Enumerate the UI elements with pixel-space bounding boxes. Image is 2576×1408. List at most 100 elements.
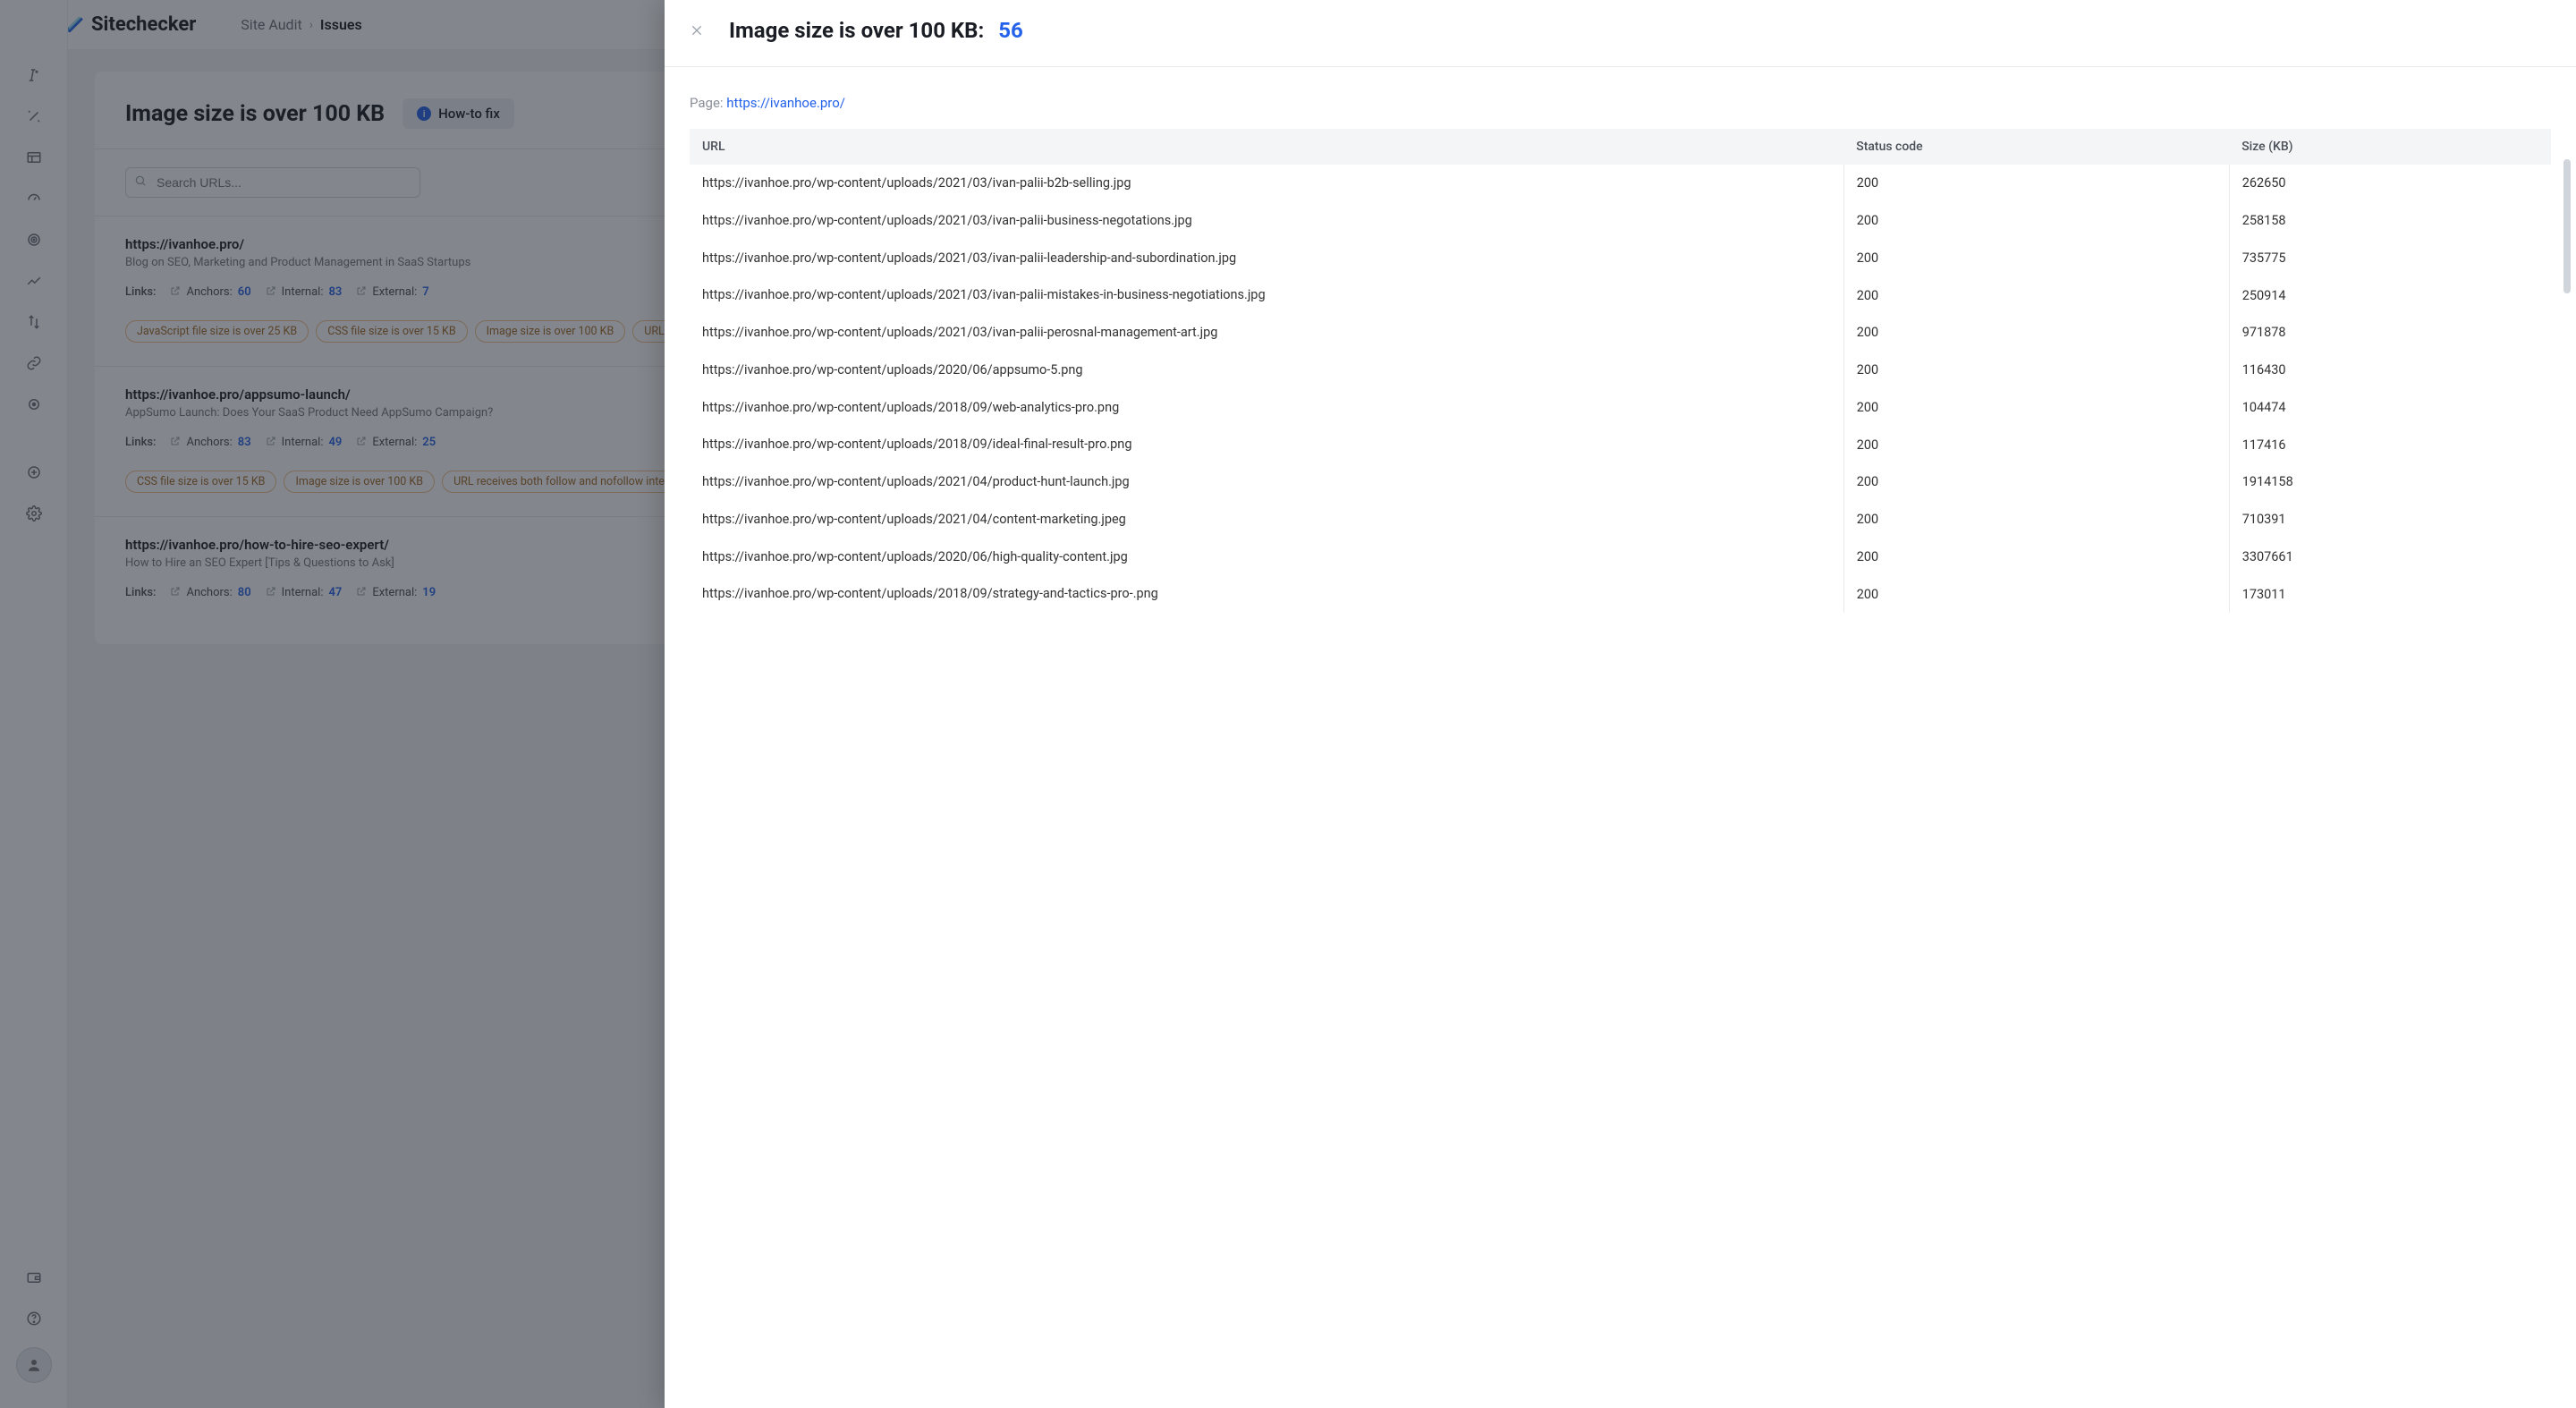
link-external[interactable]: External: 25: [356, 436, 436, 449]
cell-size: 250914: [2229, 276, 2551, 314]
link-internal[interactable]: Internal: 49: [266, 436, 343, 449]
cell-status: 200: [1843, 314, 2229, 352]
table-row: https://ivanhoe.pro/wp-content/uploads/2…: [690, 539, 2551, 576]
cell-size: 710391: [2229, 501, 2551, 539]
link-external[interactable]: External: 7: [356, 285, 428, 299]
table-row: https://ivanhoe.pro/wp-content/uploads/2…: [690, 575, 2551, 613]
cell-size: 116430: [2229, 352, 2551, 389]
sidebar-item-transfer[interactable]: [21, 310, 47, 335]
cell-url[interactable]: https://ivanhoe.pro/wp-content/uploads/2…: [690, 463, 1843, 501]
cell-url[interactable]: https://ivanhoe.pro/wp-content/uploads/2…: [690, 352, 1843, 389]
cell-url[interactable]: https://ivanhoe.pro/wp-content/uploads/2…: [690, 202, 1843, 240]
sidebar: [0, 0, 68, 1408]
th-status: Status code: [1843, 129, 2229, 165]
cell-status: 200: [1843, 352, 2229, 389]
howto-label: How-to fix: [438, 106, 500, 122]
avatar[interactable]: [16, 1347, 52, 1383]
chip[interactable]: CSS file size is over 15 KB: [125, 471, 276, 493]
sidebar-item-crosshair[interactable]: [21, 392, 47, 417]
close-button[interactable]: [690, 22, 706, 38]
external-link-icon: [356, 586, 367, 599]
cell-url[interactable]: https://ivanhoe.pro/wp-content/uploads/2…: [690, 165, 1843, 202]
cell-status: 200: [1843, 426, 2229, 463]
info-icon: i: [417, 106, 431, 121]
link-anchors[interactable]: Anchors: 80: [170, 586, 250, 599]
cell-size: 971878: [2229, 314, 2551, 352]
sidebar-item-help[interactable]: [21, 1306, 47, 1331]
sidebar-item-link[interactable]: [21, 351, 47, 376]
page-url-link[interactable]: https://ivanhoe.pro/: [726, 95, 845, 111]
table-row: https://ivanhoe.pro/wp-content/uploads/2…: [690, 202, 2551, 240]
chip[interactable]: URL receives both follow and nofollow in…: [442, 471, 700, 493]
table-row: https://ivanhoe.pro/wp-content/uploads/2…: [690, 240, 2551, 277]
external-link-icon: [170, 285, 181, 299]
cell-url[interactable]: https://ivanhoe.pro/wp-content/uploads/2…: [690, 501, 1843, 539]
table-row: https://ivanhoe.pro/wp-content/uploads/2…: [690, 314, 2551, 352]
link-internal[interactable]: Internal: 83: [266, 285, 343, 299]
sidebar-item-trend[interactable]: [21, 268, 47, 293]
cell-status: 200: [1843, 240, 2229, 277]
cell-url[interactable]: https://ivanhoe.pro/wp-content/uploads/2…: [690, 314, 1843, 352]
table-row: https://ivanhoe.pro/wp-content/uploads/2…: [690, 276, 2551, 314]
chip[interactable]: Image size is over 100 KB: [284, 471, 435, 493]
sidebar-item-wand[interactable]: [21, 104, 47, 129]
link-external[interactable]: External: 19: [356, 586, 436, 599]
drawer-table: URL Status code Size (KB) https://ivanho…: [690, 129, 2551, 613]
cell-url[interactable]: https://ivanhoe.pro/wp-content/uploads/2…: [690, 389, 1843, 427]
cell-size: 735775: [2229, 240, 2551, 277]
cell-status: 200: [1843, 539, 2229, 576]
external-link-icon: [356, 436, 367, 449]
link-anchors[interactable]: Anchors: 83: [170, 436, 250, 449]
cell-url[interactable]: https://ivanhoe.pro/wp-content/uploads/2…: [690, 426, 1843, 463]
chip[interactable]: Image size is over 100 KB: [475, 320, 626, 343]
th-url: URL: [690, 129, 1843, 165]
cell-size: 3307661: [2229, 539, 2551, 576]
th-size: Size (KB): [2229, 129, 2551, 165]
cell-status: 200: [1843, 202, 2229, 240]
cell-status: 200: [1843, 389, 2229, 427]
chip[interactable]: JavaScript file size is over 25 KB: [125, 320, 309, 343]
cell-size: 1914158: [2229, 463, 2551, 501]
cell-status: 200: [1843, 501, 2229, 539]
sidebar-item-grid[interactable]: [21, 145, 47, 170]
links-label: Links:: [125, 586, 156, 599]
cell-url[interactable]: https://ivanhoe.pro/wp-content/uploads/2…: [690, 539, 1843, 576]
table-row: https://ivanhoe.pro/wp-content/uploads/2…: [690, 165, 2551, 202]
cell-url[interactable]: https://ivanhoe.pro/wp-content/uploads/2…: [690, 240, 1843, 277]
cell-url[interactable]: https://ivanhoe.pro/wp-content/uploads/2…: [690, 276, 1843, 314]
external-link-icon: [170, 586, 181, 599]
link-internal[interactable]: Internal: 47: [266, 586, 343, 599]
chip[interactable]: CSS file size is over 15 KB: [316, 320, 467, 343]
table-row: https://ivanhoe.pro/wp-content/uploads/2…: [690, 389, 2551, 427]
sidebar-item-settings[interactable]: [21, 501, 47, 526]
sidebar-item-speed[interactable]: [21, 186, 47, 211]
sidebar-item-target[interactable]: [21, 227, 47, 252]
sidebar-item-add[interactable]: [21, 460, 47, 485]
scrollbar[interactable]: [2563, 159, 2571, 293]
cell-status: 200: [1843, 463, 2229, 501]
external-link-icon: [170, 436, 181, 449]
cell-size: 258158: [2229, 202, 2551, 240]
table-row: https://ivanhoe.pro/wp-content/uploads/2…: [690, 426, 2551, 463]
table-row: https://ivanhoe.pro/wp-content/uploads/2…: [690, 463, 2551, 501]
search-input[interactable]: [125, 167, 420, 198]
panel-title: Image size is over 100 KB: [125, 101, 385, 127]
table-row: https://ivanhoe.pro/wp-content/uploads/2…: [690, 501, 2551, 539]
cell-size: 104474: [2229, 389, 2551, 427]
links-label: Links:: [125, 436, 156, 449]
cell-status: 200: [1843, 276, 2229, 314]
external-link-icon: [356, 285, 367, 299]
sidebar-item-italic[interactable]: [21, 63, 47, 88]
link-anchors[interactable]: Anchors: 60: [170, 285, 250, 299]
drawer: Image size is over 100 KB: 56 Page: http…: [665, 0, 2576, 1408]
page-label: Page:: [690, 95, 726, 111]
cell-status: 200: [1843, 575, 2229, 613]
search-icon: [134, 174, 147, 191]
sidebar-item-wallet[interactable]: [21, 1265, 47, 1290]
howto-button[interactable]: i How-to fix: [402, 98, 514, 129]
cell-status: 200: [1843, 165, 2229, 202]
cell-size: 117416: [2229, 426, 2551, 463]
drawer-count: 56: [998, 18, 1023, 43]
external-link-icon: [266, 285, 276, 299]
cell-url[interactable]: https://ivanhoe.pro/wp-content/uploads/2…: [690, 575, 1843, 613]
